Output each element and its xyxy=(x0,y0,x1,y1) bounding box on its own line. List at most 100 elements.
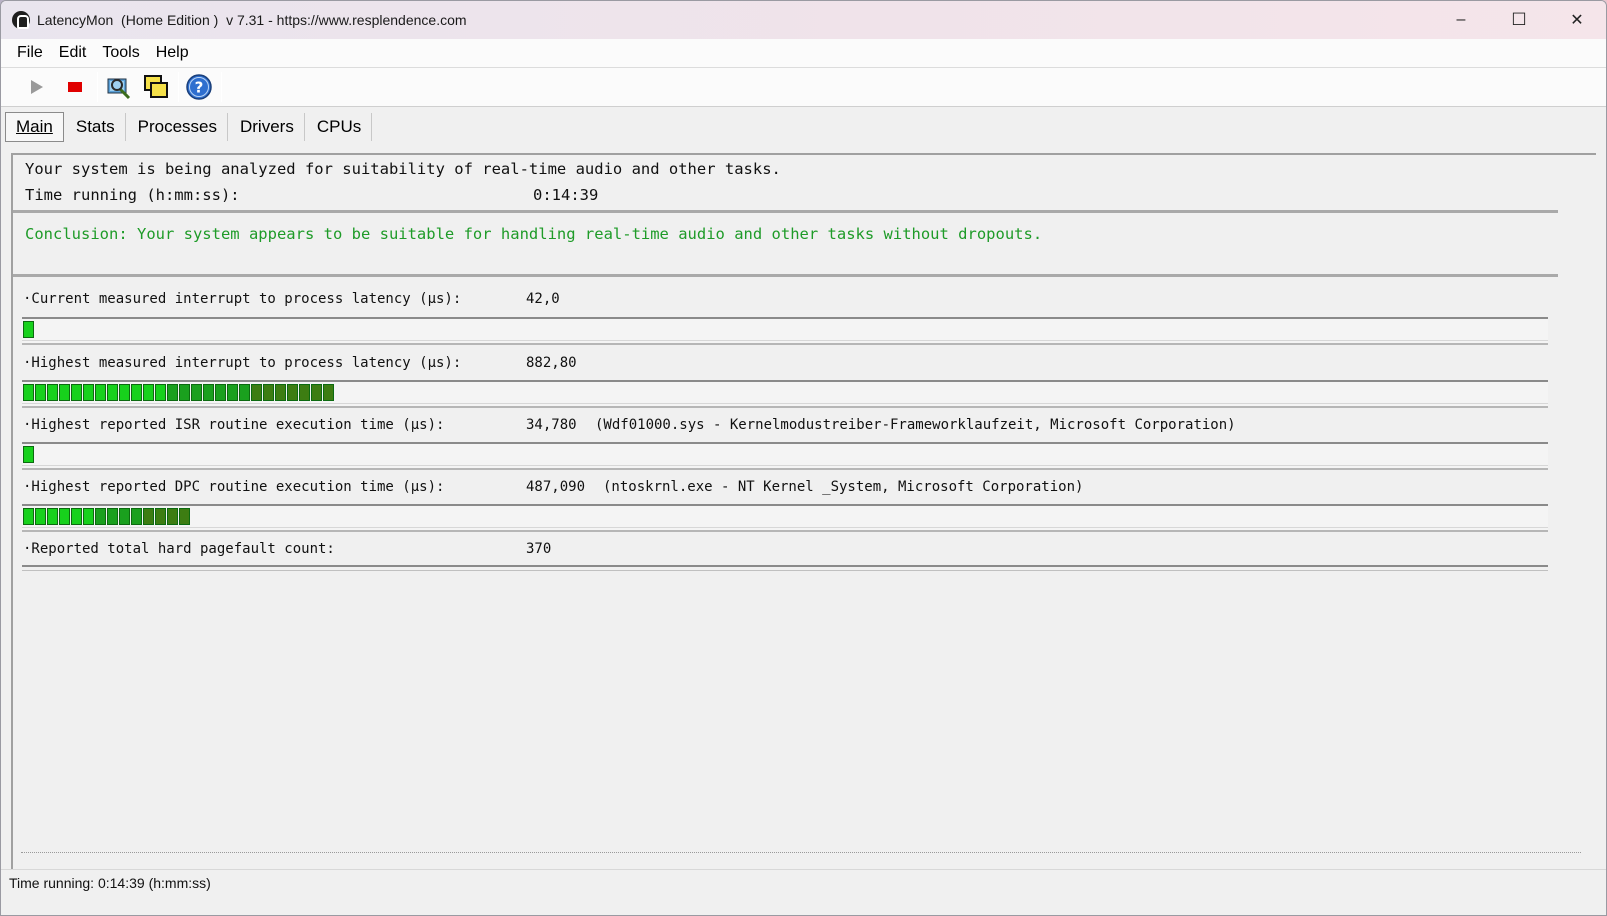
bar-segment xyxy=(71,508,82,525)
bar-segment xyxy=(275,384,286,401)
stop-button[interactable] xyxy=(59,71,91,103)
metric-label: ·Current measured interrupt to process l… xyxy=(23,291,462,307)
windows-icon xyxy=(144,75,168,98)
bar-segment xyxy=(95,384,106,401)
menu-help-label: Help xyxy=(155,44,189,61)
latency-bar xyxy=(22,317,1548,345)
bar-segment xyxy=(35,508,46,525)
stop-icon xyxy=(68,82,82,92)
bar-segment xyxy=(83,384,94,401)
windows-button[interactable] xyxy=(140,71,172,103)
maximize-icon: ☐ xyxy=(1511,10,1527,29)
status-line: Your system is being analyzed for suitab… xyxy=(25,160,781,178)
bar-segment xyxy=(251,384,262,401)
conclusion-panel: Conclusion: Your system appears to be su… xyxy=(13,213,1558,277)
minimize-icon: – xyxy=(1456,11,1466,28)
time-running-value: 0:14:39 xyxy=(533,186,599,204)
close-button[interactable]: ✕ xyxy=(1548,1,1606,39)
toolbar-separator xyxy=(97,72,98,102)
latency-bar-fill xyxy=(23,321,34,338)
bar-segment xyxy=(299,384,310,401)
time-running-label: Time running (h:mm:ss): xyxy=(25,186,240,204)
bar-segment xyxy=(119,508,130,525)
metric-label: ·Highest measured interrupt to process l… xyxy=(23,355,462,371)
analysis-status-panel: Your system is being analyzed for suitab… xyxy=(13,155,1558,213)
help-button[interactable]: ? xyxy=(183,71,215,103)
latencymon-app-icon xyxy=(12,11,30,29)
menu-file[interactable]: File xyxy=(11,44,49,62)
menu-edit-label: Edit xyxy=(58,44,87,61)
bar-segment xyxy=(59,384,70,401)
bar-segment xyxy=(155,508,166,525)
bar-segment xyxy=(203,384,214,401)
bar-segment xyxy=(179,384,190,401)
toolbar: ? xyxy=(1,68,1606,107)
latency-bar-fill xyxy=(23,384,334,401)
metric-value: 487,090 xyxy=(526,479,586,495)
bar-segment xyxy=(191,384,202,401)
tab-main[interactable]: Main xyxy=(5,112,64,142)
bar-segment xyxy=(227,384,238,401)
menu-edit[interactable]: Edit xyxy=(53,44,93,62)
panel-bottom-edge xyxy=(21,852,1581,856)
metric-value: 42,0 xyxy=(526,291,560,307)
metric-value: 34,780 xyxy=(526,417,577,433)
latency-bar-fill xyxy=(23,508,190,525)
pagefault-divider xyxy=(22,565,1548,571)
metric-value: 370 xyxy=(526,541,552,557)
scan-drivers-icon xyxy=(107,78,131,100)
bar-segment xyxy=(23,321,34,338)
start-button[interactable] xyxy=(21,71,53,103)
menu-tools-label: Tools xyxy=(102,44,140,61)
bar-segment xyxy=(95,508,106,525)
play-icon xyxy=(31,80,43,94)
menu-tools[interactable]: Tools xyxy=(96,44,145,62)
window-title: LatencyMon (Home Edition ) v 7.31 - http… xyxy=(37,12,467,28)
minimize-button[interactable]: – xyxy=(1432,1,1490,39)
tab-bar: Main Stats Processes Drivers CPUs xyxy=(1,109,1606,145)
toolbar-separator xyxy=(178,72,179,102)
window-controls: – ☐ ✕ xyxy=(1432,1,1606,39)
main-panel: Your system is being analyzed for suitab… xyxy=(11,153,1596,875)
bar-segment xyxy=(59,508,70,525)
view-drivers-button[interactable] xyxy=(102,71,134,103)
latency-bar xyxy=(22,442,1548,470)
status-bar-text: Time running: 0:14:39 (h:mm:ss) xyxy=(9,875,211,891)
bar-segment xyxy=(143,384,154,401)
bar-segment xyxy=(143,508,154,525)
latency-bar-fill xyxy=(23,446,34,463)
tab-drivers[interactable]: Drivers xyxy=(230,113,305,141)
tab-stats[interactable]: Stats xyxy=(66,113,126,141)
tab-cpus[interactable]: CPUs xyxy=(307,113,373,141)
title-bar[interactable]: LatencyMon (Home Edition ) v 7.31 - http… xyxy=(1,1,1606,39)
bar-segment xyxy=(155,384,166,401)
bar-segment xyxy=(167,384,178,401)
bar-segment xyxy=(23,508,34,525)
menu-help[interactable]: Help xyxy=(150,44,195,62)
close-icon: ✕ xyxy=(1570,12,1584,29)
conclusion-text: Conclusion: Your system appears to be su… xyxy=(25,225,1043,243)
bar-segment xyxy=(35,384,46,401)
toolbar-separator xyxy=(221,72,222,102)
bar-segment xyxy=(83,508,94,525)
bar-segment xyxy=(179,508,190,525)
bar-segment xyxy=(47,384,58,401)
maximize-button[interactable]: ☐ xyxy=(1490,1,1548,39)
bar-segment xyxy=(167,508,178,525)
bar-segment xyxy=(215,384,226,401)
tab-main-label: Main xyxy=(16,117,53,136)
bar-segment xyxy=(311,384,322,401)
bar-segment xyxy=(287,384,298,401)
bar-segment xyxy=(107,508,118,525)
metric-label: ·Highest reported ISR routine execution … xyxy=(23,417,445,433)
metric-label: ·Reported total hard pagefault count: xyxy=(23,541,335,557)
bar-segment xyxy=(263,384,274,401)
metric-detail: (ntoskrnl.exe - NT Kernel _System, Micro… xyxy=(603,479,1084,495)
tab-processes[interactable]: Processes xyxy=(128,113,228,141)
bar-segment xyxy=(107,384,118,401)
tab-drivers-label: Drivers xyxy=(239,117,294,136)
metric-label: ·Highest reported DPC routine execution … xyxy=(23,479,445,495)
app-window: LatencyMon (Home Edition ) v 7.31 - http… xyxy=(0,0,1607,916)
tab-stats-label: Stats xyxy=(75,117,115,136)
svg-text:?: ? xyxy=(195,79,204,97)
